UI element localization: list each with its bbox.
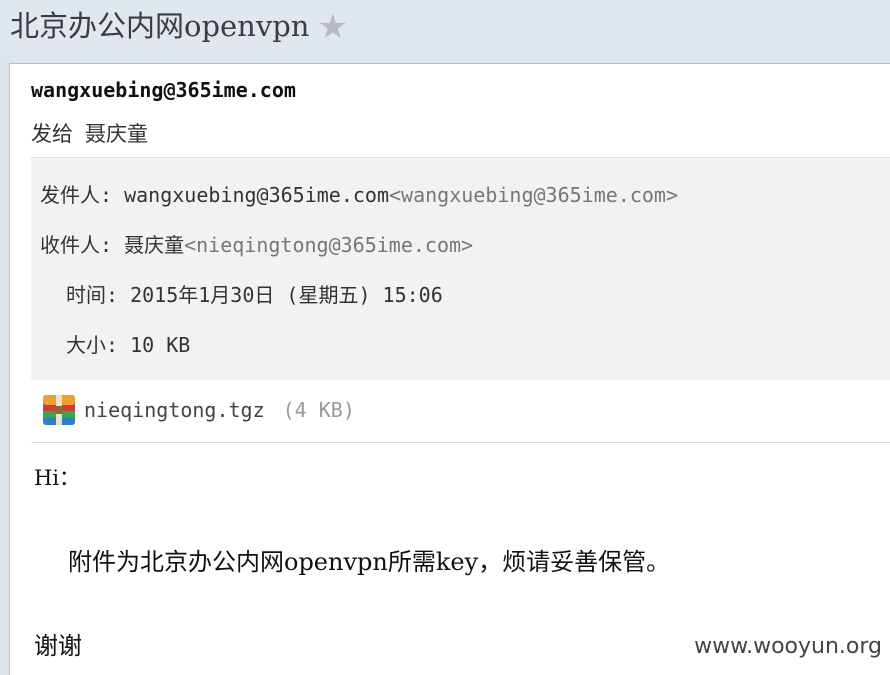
watermark-text: www.wooyun.org xyxy=(694,634,882,659)
subject-text: 北京办公内网openvpn xyxy=(10,9,310,43)
archive-icon xyxy=(43,395,75,425)
time-value: 2015年1月30日 (星期五) 15:06 xyxy=(130,283,443,307)
from-label: 发件人 xyxy=(40,183,100,207)
mail-panel: wangxuebing@365ime.com 发给 聂庆童 发件人: wangxu… xyxy=(9,63,890,675)
time-label: 时间 xyxy=(66,283,106,307)
attachment-row[interactable]: nieqingtong.tgz (4 KB) xyxy=(31,380,890,443)
mail-details: 发件人: wangxuebing@365ime.com<wangxuebing@… xyxy=(31,157,890,381)
body-greeting: Hi： xyxy=(34,466,81,490)
from-name[interactable]: wangxuebing@365ime.com xyxy=(124,183,389,207)
detail-size-row: 大小: 10 KB xyxy=(66,333,191,357)
to-address: <nieqingtong@365ime.com> xyxy=(184,233,474,257)
to-label: 收件人 xyxy=(40,233,100,257)
body-thanks: 谢谢 xyxy=(34,632,82,660)
attachment-size: (4 KB) xyxy=(282,398,355,422)
to-name[interactable]: 聂庆童 xyxy=(124,233,184,257)
mail-subject: 北京办公内网openvpn ★ xyxy=(10,8,348,45)
body-text: 附件为北京办公内网openvpn所需key，烦请妥善保管。 xyxy=(68,548,671,576)
sendto-label: 发给 xyxy=(31,122,73,146)
sender-display[interactable]: wangxuebing@365ime.com xyxy=(31,78,296,102)
size-value: 10 KB xyxy=(130,333,191,357)
from-address: <wangxuebing@365ime.com> xyxy=(389,183,678,207)
recipient-summary: 发给 聂庆童 xyxy=(31,118,148,148)
detail-from-row: 发件人: wangxuebing@365ime.com<wangxuebing@… xyxy=(40,183,678,207)
subject-bar: 北京办公内网openvpn ★ xyxy=(0,0,890,56)
attachment-filename[interactable]: nieqingtong.tgz xyxy=(84,398,265,422)
star-icon[interactable]: ★ xyxy=(318,9,348,45)
size-label: 大小 xyxy=(66,333,106,357)
attachment-link[interactable]: nieqingtong.tgz (4 KB) xyxy=(84,395,355,425)
detail-to-row: 收件人: 聂庆童<nieqingtong@365ime.com> xyxy=(40,233,474,257)
sendto-name[interactable]: 聂庆童 xyxy=(85,122,148,146)
detail-time-row: 时间: 2015年1月30日 (星期五) 15:06 xyxy=(66,283,443,307)
